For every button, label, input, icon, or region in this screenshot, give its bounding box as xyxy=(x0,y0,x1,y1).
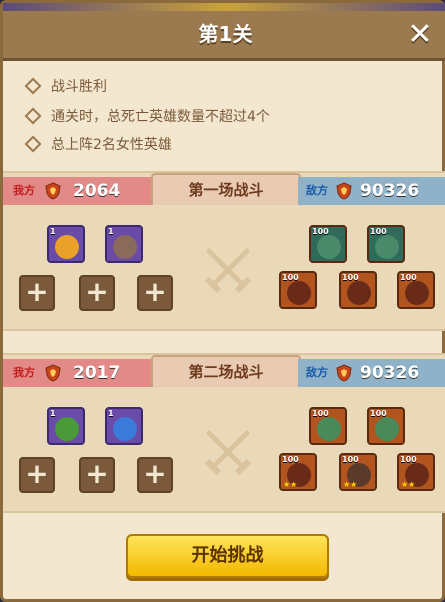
stage-dialog: 第1关 ✕ 战斗胜利 通关时，总死亡英雄数量不超过4个 总上阵2名女性英雄 我方… xyxy=(0,0,445,602)
battle-title: 第二场战斗 xyxy=(151,355,301,387)
enemy-hero-avatar[interactable]: 100 xyxy=(279,271,317,309)
enemy-hero-avatar[interactable]: 100 ★★ xyxy=(339,453,377,491)
top-strip xyxy=(3,3,445,11)
enemy-hero-avatar[interactable]: 100 ★★ xyxy=(279,453,317,491)
add-hero-slot[interactable]: + xyxy=(79,275,115,311)
enemy-hero-avatar[interactable]: 100 xyxy=(339,271,377,309)
hero-portrait xyxy=(113,417,137,441)
my-side-label: 我方 xyxy=(13,184,35,197)
condition-item: 总上阵2名女性英雄 xyxy=(24,135,172,155)
condition-item: 战斗胜利 xyxy=(24,77,107,97)
shield-icon xyxy=(336,364,352,382)
hero-portrait xyxy=(55,417,79,441)
my-side-bar: 我方 2064 xyxy=(3,177,153,205)
star-rating: ★★ xyxy=(401,480,416,489)
enemy-hero-avatar[interactable]: 100 xyxy=(367,225,405,263)
enemy-side-bar: 敌方 90326 xyxy=(298,177,445,205)
hero-portrait xyxy=(375,235,399,259)
hero-portrait xyxy=(405,281,429,305)
hero-portrait xyxy=(55,235,79,259)
my-hero-avatar[interactable]: 1 xyxy=(47,407,85,445)
my-hero-avatar[interactable]: 1 xyxy=(105,407,143,445)
enemy-side-label: 敌方 xyxy=(306,366,328,379)
battle-bar: 我方 2017 第二场战斗 敌方 90326 xyxy=(3,355,445,387)
dialog-header: 第1关 ✕ xyxy=(3,11,445,61)
hero-portrait xyxy=(317,235,341,259)
my-power: 2064 xyxy=(73,181,121,201)
enemy-hero-avatar[interactable]: 100 ★★ xyxy=(397,453,435,491)
hero-portrait xyxy=(287,281,311,305)
battle-panel-1: 我方 2064 第一场战斗 敌方 90326 1 1 + + + 100 100… xyxy=(3,171,445,331)
crossed-swords-icon xyxy=(204,248,252,294)
diamond-icon xyxy=(24,77,42,95)
battle-bar: 我方 2064 第一场战斗 敌方 90326 xyxy=(3,173,445,205)
star-rating: ★★ xyxy=(343,480,358,489)
my-hero-avatar[interactable]: 1 xyxy=(105,225,143,263)
diamond-icon xyxy=(24,107,42,125)
add-hero-slot[interactable]: + xyxy=(19,275,55,311)
start-challenge-button[interactable]: 开始挑战 xyxy=(126,534,329,578)
battle-panel-2: 我方 2017 第二场战斗 敌方 90326 1 1 + + + 100 100… xyxy=(3,353,445,513)
my-side-label: 我方 xyxy=(13,366,35,379)
add-hero-slot[interactable]: + xyxy=(137,275,173,311)
add-hero-slot[interactable]: + xyxy=(137,457,173,493)
enemy-hero-avatar[interactable]: 100 xyxy=(367,407,405,445)
diamond-icon xyxy=(24,135,42,153)
enemy-hero-avatar[interactable]: 100 xyxy=(309,225,347,263)
enemy-side-bar: 敌方 90326 xyxy=(298,359,445,387)
enemy-side-label: 敌方 xyxy=(306,184,328,197)
hero-portrait xyxy=(317,417,341,441)
enemy-power: 90326 xyxy=(360,363,420,383)
shield-icon xyxy=(336,182,352,200)
add-hero-slot[interactable]: + xyxy=(19,457,55,493)
shield-icon xyxy=(45,364,61,382)
hero-portrait xyxy=(113,235,137,259)
crossed-swords-icon xyxy=(204,430,252,476)
star-rating: ★★ xyxy=(283,480,298,489)
battle-title: 第一场战斗 xyxy=(151,173,301,205)
my-side-bar: 我方 2017 xyxy=(3,359,153,387)
condition-item: 通关时，总死亡英雄数量不超过4个 xyxy=(24,107,270,127)
page-title: 第1关 xyxy=(198,22,253,46)
hero-portrait xyxy=(347,281,371,305)
enemy-power: 90326 xyxy=(360,181,420,201)
shield-icon xyxy=(45,182,61,200)
my-hero-avatar[interactable]: 1 xyxy=(47,225,85,263)
enemy-hero-avatar[interactable]: 100 xyxy=(397,271,435,309)
enemy-hero-avatar[interactable]: 100 xyxy=(309,407,347,445)
add-hero-slot[interactable]: + xyxy=(79,457,115,493)
my-power: 2017 xyxy=(73,363,121,383)
close-icon[interactable]: ✕ xyxy=(406,20,434,50)
hero-portrait xyxy=(375,417,399,441)
